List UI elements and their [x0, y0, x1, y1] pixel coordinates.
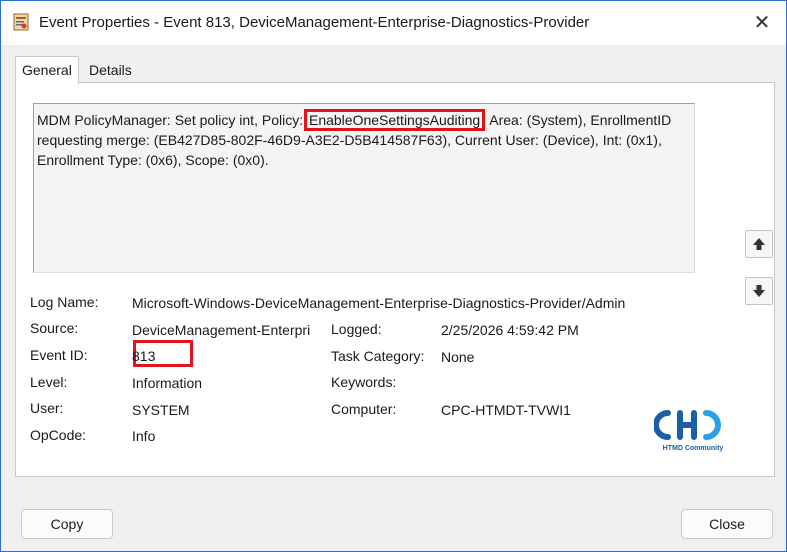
- description-prefix: MDM PolicyManager: Set policy int, Polic…: [37, 112, 307, 128]
- task-category-value[interactable]: None: [441, 349, 474, 365]
- next-event-button[interactable]: [745, 277, 773, 305]
- user-label: User:: [30, 400, 64, 416]
- user-value[interactable]: SYSTEM: [132, 402, 190, 418]
- close-button[interactable]: Close: [681, 509, 773, 539]
- event-description-text: MDM PolicyManager: Set policy int, Polic…: [37, 109, 687, 170]
- previous-event-button[interactable]: [745, 230, 773, 258]
- title-bar: Event Properties - Event 813, DeviceMana…: [1, 1, 786, 45]
- opcode-label: OpCode:: [30, 427, 87, 443]
- event-id-label: Event ID:: [30, 347, 88, 363]
- htmd-logo-mark-icon: [653, 410, 721, 440]
- close-window-button[interactable]: ✕: [746, 7, 778, 39]
- general-panel: MDM PolicyManager: Set policy int, Polic…: [15, 82, 775, 477]
- arrow-up-icon: [753, 238, 765, 250]
- policy-name-highlight: EnableOneSettingsAuditing: [303, 109, 486, 131]
- task-category-label: Task Category:: [331, 348, 425, 364]
- level-label: Level:: [30, 374, 68, 390]
- log-name-label: Log Name:: [30, 294, 99, 310]
- logged-label: Logged:: [331, 321, 382, 337]
- keywords-label: Keywords:: [331, 374, 397, 390]
- logo-caption: HTMD Community: [662, 445, 724, 452]
- tab-details[interactable]: Details: [83, 59, 138, 81]
- log-name-value[interactable]: Microsoft-Windows-DeviceManagement-Enter…: [132, 295, 625, 311]
- event-viewer-icon: [13, 13, 29, 31]
- event-properties-window: Event Properties - Event 813, DeviceMana…: [0, 0, 787, 552]
- source-value[interactable]: DeviceManagement-Enterpri: [132, 322, 310, 338]
- arrow-down-icon: [753, 285, 765, 297]
- htmd-logo: HTMD Community: [653, 405, 732, 457]
- event-id-value[interactable]: 813: [132, 348, 155, 364]
- computer-value[interactable]: CPC-HTMDT-TVWI1: [441, 402, 571, 418]
- event-description-box[interactable]: MDM PolicyManager: Set policy int, Polic…: [33, 103, 695, 273]
- computer-label: Computer:: [331, 401, 397, 417]
- window-title: Event Properties - Event 813, DeviceMana…: [39, 14, 590, 31]
- logged-value[interactable]: 2/25/2026 4:59:42 PM: [441, 322, 579, 338]
- level-value[interactable]: Information: [132, 375, 202, 391]
- source-label: Source:: [30, 320, 79, 336]
- tab-general[interactable]: General: [15, 56, 79, 84]
- copy-button[interactable]: Copy: [21, 509, 113, 539]
- opcode-value[interactable]: Info: [132, 428, 155, 444]
